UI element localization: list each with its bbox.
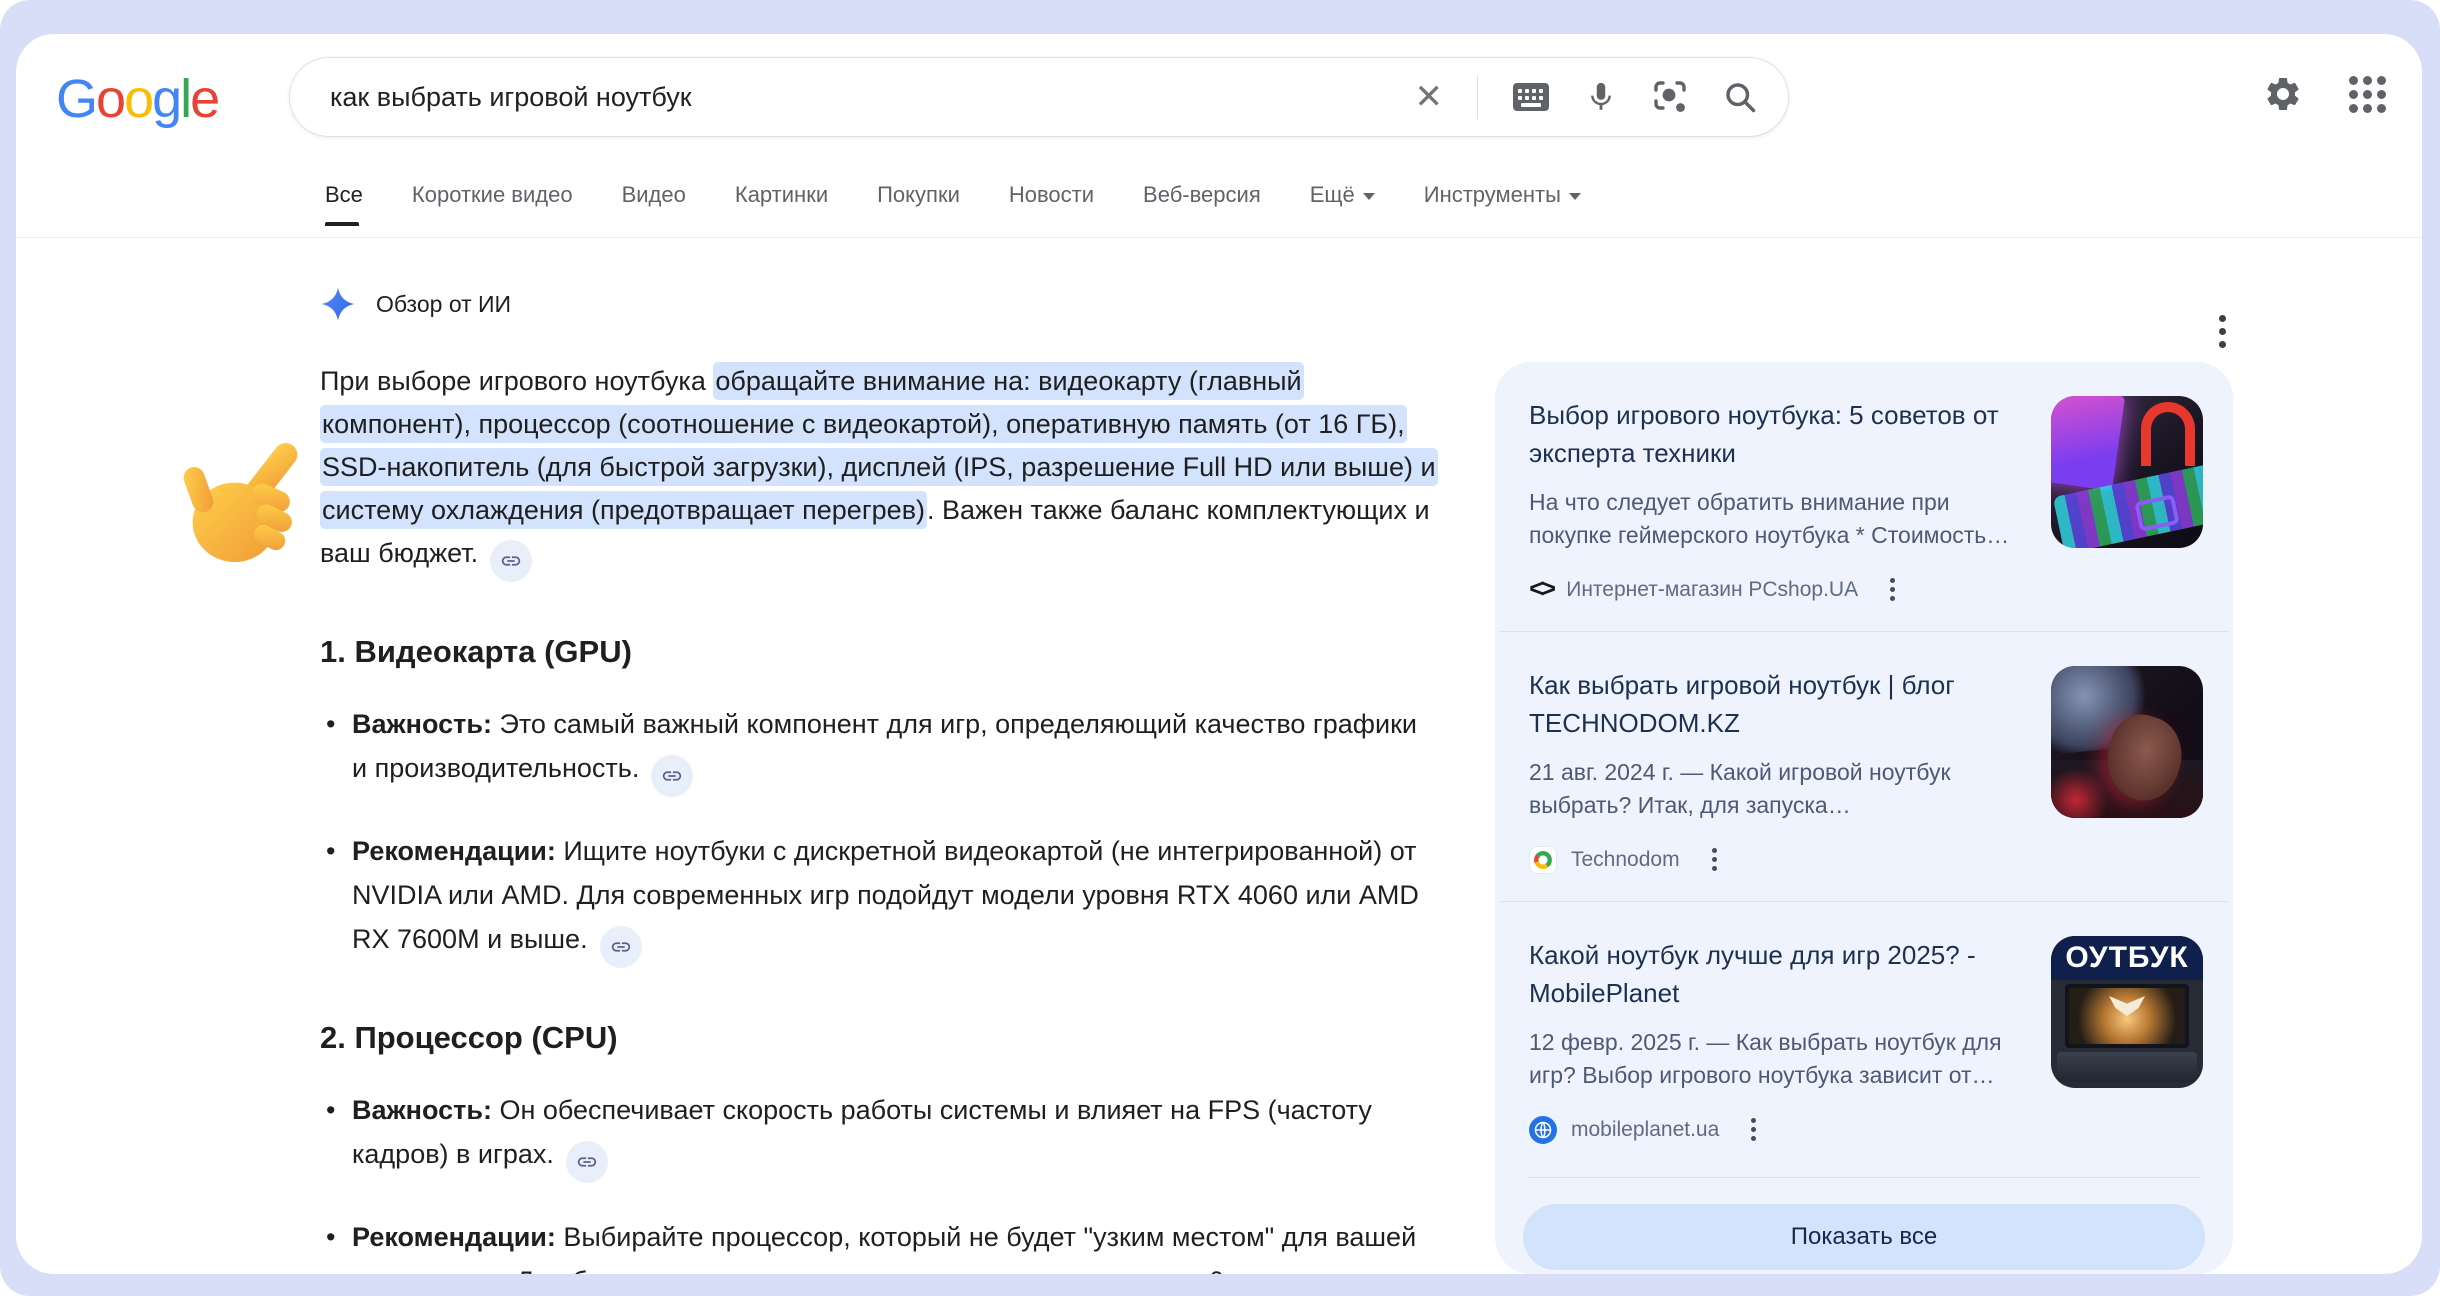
card-snippet: 12 февр. 2025 г. — Как выбрать ноутбук д… (1529, 1026, 2025, 1092)
microphone-icon (1584, 80, 1618, 114)
logo-letter: g (152, 69, 180, 129)
link-icon (500, 550, 522, 572)
card-snippet: 21 авг. 2024 г. — Какой игровой ноутбук … (1529, 756, 2025, 822)
divider (1477, 75, 1478, 119)
source-card[interactable]: Выбор игрового ноутбука: 5 советов от эк… (1495, 362, 2233, 631)
browser-page: Google ✕ (16, 34, 2422, 1274)
section-heading-cpu: 2. Процессор (CPU) (320, 1020, 1438, 1056)
thumbnail-image[interactable] (2051, 396, 2203, 548)
card-menu-button[interactable] (1747, 1114, 1760, 1145)
bullet-label: Важность: (352, 1095, 492, 1125)
list-item: Важность: Он обеспечивает скорость работ… (320, 1088, 1438, 1183)
thumbnail-text: ОУТБУК (2065, 941, 2188, 975)
thumbnail-image[interactable] (2051, 666, 2203, 818)
section-heading-gpu: 1. Видеокарта (GPU) (320, 634, 1438, 670)
bullet-text: Это самый важный компонент для игр, опре… (352, 709, 1417, 783)
link-icon (661, 765, 683, 787)
bullet-label: Важность: (352, 709, 492, 739)
card-snippet: На что следует обратить внимание при пок… (1529, 486, 2025, 552)
link-icon (610, 936, 632, 958)
ai-overview-title: Обзор от ИИ (376, 291, 511, 318)
tab-shopping[interactable]: Покупки (877, 182, 960, 226)
card-source-name: Technodom (1571, 848, 1680, 872)
globe-favicon (1529, 1116, 1557, 1144)
google-logo[interactable]: Google (56, 72, 218, 126)
keyboard-button[interactable] (1512, 82, 1550, 112)
tab-web[interactable]: Веб-версия (1143, 182, 1261, 226)
logo-letter: e (190, 69, 218, 129)
overview-menu-button[interactable] (2213, 309, 2232, 354)
logo-letter: l (180, 69, 190, 129)
logo-letter: o (96, 69, 124, 129)
chevron-down-icon (1363, 193, 1375, 200)
pointing-hand-emoji (174, 436, 314, 576)
tab-tools[interactable]: Инструменты (1424, 182, 1581, 226)
link-icon (576, 1151, 598, 1173)
bullet-text: Он обеспечивает скорость работы системы … (352, 1095, 1372, 1169)
search-icon (1722, 79, 1758, 115)
list-item: Рекомендации: Выбирайте процессор, котор… (320, 1215, 1438, 1274)
ai-sparkle-icon (320, 286, 356, 322)
code-brackets-favicon: <> (1529, 575, 1552, 605)
tab-news[interactable]: Новости (1009, 182, 1094, 226)
apps-grid-icon (2349, 76, 2386, 113)
list-item: Рекомендации: Ищите ноутбуки с дискретно… (320, 829, 1438, 968)
card-menu-button[interactable] (1886, 574, 1899, 605)
ai-overview-paragraph: При выборе игрового ноутбука обращайте в… (320, 360, 1438, 582)
technodom-favicon (1529, 846, 1557, 874)
tab-videos[interactable]: Видео (622, 182, 686, 226)
google-apps-button[interactable] (2349, 76, 2386, 113)
close-icon: ✕ (1415, 80, 1444, 114)
search-box[interactable]: ✕ (289, 57, 1789, 137)
chevron-down-icon (1569, 193, 1581, 200)
tab-all[interactable]: Все (325, 182, 363, 226)
header-divider (16, 237, 2422, 238)
card-source-name: mobileplanet.ua (1571, 1118, 1719, 1142)
logo-letter: G (56, 69, 96, 129)
logo-letter: o (124, 69, 152, 129)
sources-panel: Выбор игрового ноутбука: 5 советов от эк… (1495, 362, 2233, 1274)
search-submit-button[interactable] (1722, 79, 1758, 115)
card-menu-button[interactable] (1708, 844, 1721, 875)
divider (1527, 1177, 2201, 1178)
keyboard-icon (1512, 82, 1550, 112)
search-tabs: Все Короткие видео Видео Картинки Покупк… (325, 182, 1581, 226)
source-card[interactable]: Какой ноутбук лучше для игр 2025? - Mobi… (1495, 902, 2233, 1171)
lens-icon (1652, 79, 1688, 115)
tab-more[interactable]: Ещё (1310, 182, 1375, 226)
bullet-label: Рекомендации: (352, 836, 556, 866)
source-link-chip[interactable] (490, 540, 532, 582)
card-title[interactable]: Как выбрать игровой ноутбук | блог TECHN… (1529, 666, 2025, 742)
card-title[interactable]: Выбор игрового ноутбука: 5 советов от эк… (1529, 396, 2025, 472)
clear-search-button[interactable]: ✕ (1415, 80, 1444, 114)
tab-images[interactable]: Картинки (735, 182, 828, 226)
show-all-button[interactable]: Показать все (1523, 1204, 2205, 1270)
source-card[interactable]: Как выбрать игровой ноутбук | блог TECHN… (1495, 632, 2233, 901)
voice-search-button[interactable] (1584, 80, 1618, 114)
window-frame: Google ✕ (0, 0, 2440, 1296)
gear-icon (2263, 74, 2303, 114)
source-link-chip[interactable] (651, 755, 693, 797)
ai-overview: Обзор от ИИ При выборе игрового ноутбука… (320, 286, 1438, 1274)
thumbnail-image[interactable]: ОУТБУК (2051, 936, 2203, 1088)
card-source-name: Интернет-магазин PCshop.UA (1566, 578, 1858, 602)
search-input[interactable] (328, 81, 1415, 114)
tab-short-videos[interactable]: Короткие видео (412, 182, 573, 226)
list-item: Важность: Это самый важный компонент для… (320, 702, 1438, 797)
card-title[interactable]: Какой ноутбук лучше для игр 2025? - Mobi… (1529, 936, 2025, 1012)
source-link-chip[interactable] (600, 926, 642, 968)
google-lens-button[interactable] (1652, 79, 1688, 115)
paragraph-text: При выборе игрового ноутбука (320, 366, 713, 396)
settings-button[interactable] (2263, 74, 2303, 114)
source-link-chip[interactable] (566, 1141, 608, 1183)
bullet-label: Рекомендации: (352, 1222, 556, 1252)
